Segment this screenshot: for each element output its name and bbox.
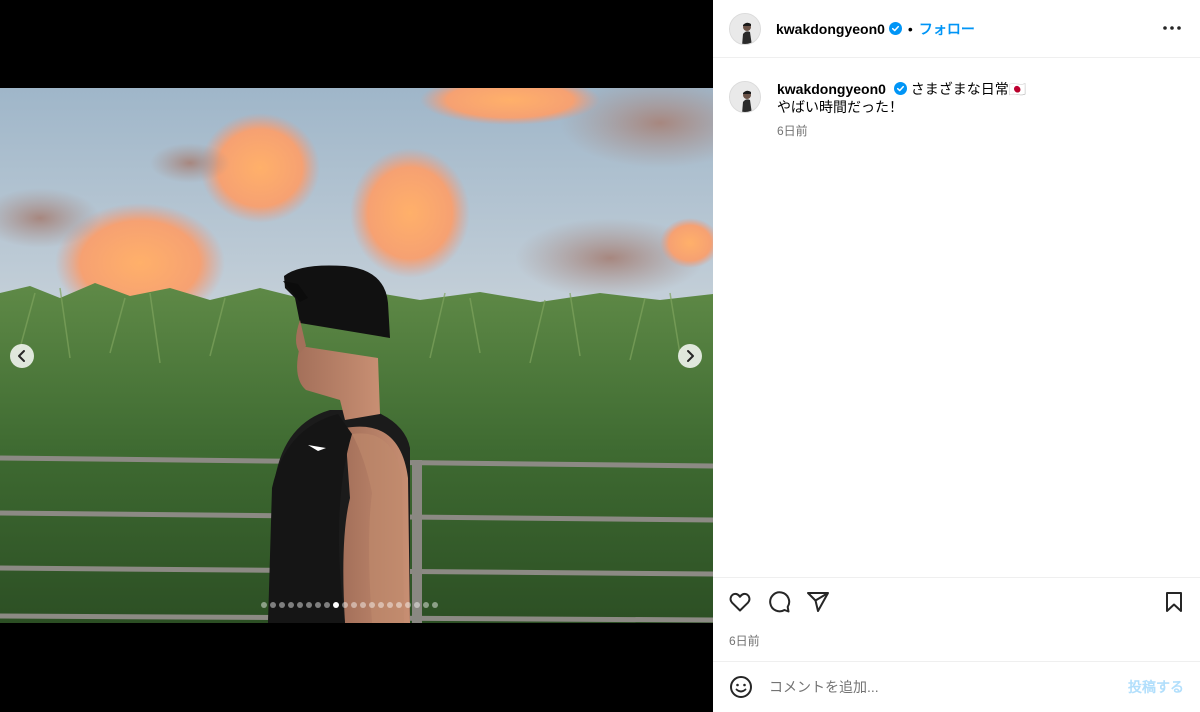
comment-bar: 投稿する — [713, 661, 1200, 712]
carousel-dot — [351, 602, 357, 608]
avatar-image — [730, 82, 760, 112]
more-options-icon — [1163, 26, 1181, 30]
carousel-dot — [378, 602, 384, 608]
share-button[interactable] — [806, 590, 830, 614]
carousel-dot — [297, 602, 303, 608]
caption-body: kwakdongyeon0 さまざまな日常🇯🇵 やばい時間だった！ 6日前 — [777, 80, 1026, 140]
carousel-dot — [414, 602, 420, 608]
caption-text-line1: さまざまな日常🇯🇵 — [910, 81, 1027, 97]
caption-timestamp[interactable]: 6日前 — [777, 122, 1026, 140]
media-panel — [0, 0, 713, 712]
carousel-dot — [288, 602, 294, 608]
post-timestamp[interactable]: 6日前 — [729, 632, 760, 649]
chevron-right-icon — [687, 350, 694, 362]
save-button[interactable] — [1162, 590, 1186, 614]
separator-dot: • — [907, 20, 913, 37]
follow-button[interactable]: フォロー — [919, 19, 975, 39]
carousel-dot — [342, 602, 348, 608]
caption-text-line2: やばい時間だった！ — [777, 99, 903, 115]
carousel-dot — [315, 602, 321, 608]
post-photo[interactable] — [0, 88, 713, 623]
avatar[interactable] — [729, 12, 761, 45]
carousel-dot — [432, 602, 438, 608]
caption-avatar[interactable] — [729, 81, 761, 113]
comment-icon — [769, 591, 791, 613]
carousel-dot — [270, 602, 276, 608]
photo-scene — [0, 88, 713, 623]
carousel-dot — [396, 602, 402, 608]
username[interactable]: kwakdongyeon0 — [776, 21, 885, 37]
caption-username[interactable]: kwakdongyeon0 — [777, 81, 886, 97]
heart-icon — [729, 592, 751, 612]
carousel-dot — [387, 602, 393, 608]
smiley-icon[interactable] — [729, 675, 753, 699]
divider — [713, 577, 1200, 578]
post-comment-button[interactable]: 投稿する — [1128, 677, 1184, 697]
send-icon — [807, 592, 829, 612]
carousel-dot — [324, 602, 330, 608]
carousel-dot — [405, 602, 411, 608]
next-slide-button[interactable] — [678, 344, 702, 368]
carousel-dot — [369, 602, 375, 608]
caption: kwakdongyeon0 さまざまな日常🇯🇵 やばい時間だった！ 6日前 — [729, 80, 1184, 140]
carousel-dot — [279, 602, 285, 608]
post-details-panel: kwakdongyeon0 • フォロー kwakdongyeon0 さまざまな… — [713, 0, 1200, 712]
more-options-button[interactable] — [1160, 16, 1184, 40]
verified-badge-icon — [893, 82, 907, 95]
carousel-dot — [306, 602, 312, 608]
bookmark-icon — [1166, 592, 1182, 612]
chevron-left-icon — [18, 350, 25, 362]
carousel-dot — [360, 602, 366, 608]
avatar-image — [730, 13, 760, 44]
post-header: kwakdongyeon0 • フォロー — [713, 0, 1200, 58]
verified-badge-icon — [888, 22, 902, 35]
comment-button[interactable] — [767, 590, 791, 614]
action-bar — [728, 590, 830, 614]
carousel-dot — [423, 602, 429, 608]
carousel-dot — [261, 602, 267, 608]
carousel-indicator — [261, 602, 438, 608]
previous-slide-button[interactable] — [10, 344, 34, 368]
comment-input[interactable] — [769, 679, 1128, 695]
like-button[interactable] — [728, 590, 752, 614]
carousel-dot — [333, 602, 339, 608]
